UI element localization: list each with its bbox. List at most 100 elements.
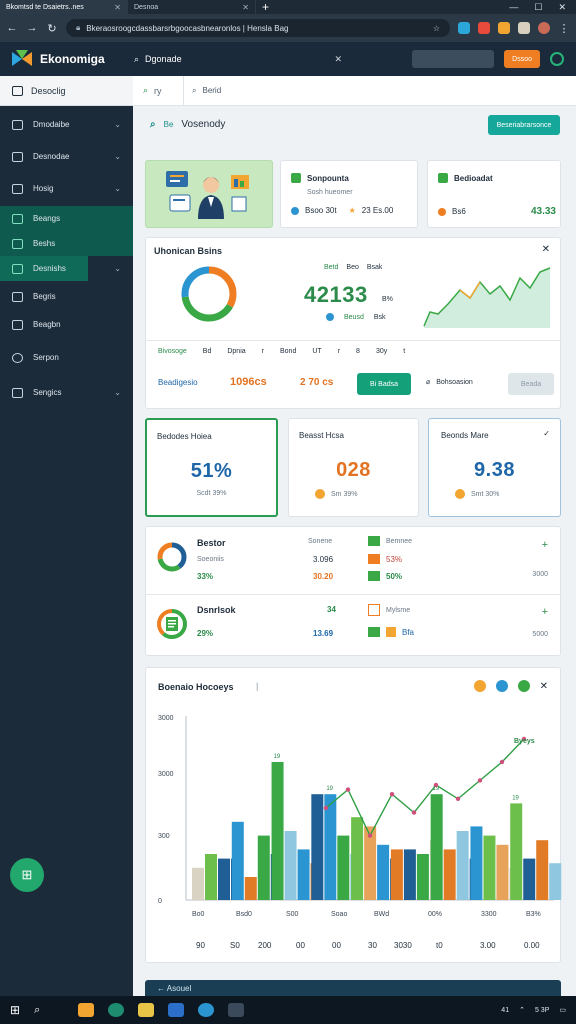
chart-bar [470,826,483,900]
reload-icon[interactable]: ↻ [46,22,58,35]
active-app-icon[interactable] [198,1003,215,1017]
chart-bar [284,831,297,900]
app-icon[interactable] [228,1003,245,1017]
sidebar-item[interactable]: Hosig ⌄ [0,176,133,201]
close-icon[interactable]: ✕ [542,244,550,255]
browser-tab-active[interactable]: Bkomtsd te Dsaietrs..nes ✕ [0,0,128,14]
close-icon[interactable]: ✕ [540,681,548,692]
menu-kebab-icon[interactable]: ⋮ [558,22,570,35]
filter-icon[interactable] [473,680,486,692]
sidebar-item[interactable]: Sengics ⌄ [0,380,133,405]
x-tick-label: 00% [428,911,442,918]
check-icon[interactable]: ✓ [543,429,550,438]
summary-title: Bedioadat [454,173,493,183]
add-icon[interactable]: + [542,606,548,618]
extension-icon[interactable] [478,22,490,34]
edge-icon[interactable] [168,1003,185,1017]
app-logo[interactable]: Ekonomiga [0,48,132,70]
file-icon [368,627,380,637]
add-widget-button[interactable]: ⊞ [10,858,44,892]
file-explorer-icon[interactable] [78,1003,95,1017]
cell: 8 [356,348,360,355]
kpi-card[interactable]: Beonds Mare ✓ 9.38 Smt 30% [428,418,561,517]
close-window-button[interactable]: ✕ [558,2,566,13]
network-icon[interactable]: ⌃ [519,1006,525,1014]
sidebar-item-active[interactable]: Desnishs ⌄ [0,256,133,281]
summary-stat: Bs6 [452,207,466,216]
url-field[interactable]: 🔒︎ Bkeraosroogcdassbarsrbgoocasbnearonlo… [66,19,450,37]
summary-card[interactable]: Bedioadat Bs6 43.33 [427,160,561,228]
disabled-button[interactable]: Beada [508,373,554,395]
content-search-bar: ⌕ ry ⌕ Berid [133,75,576,106]
chart-bar [351,817,364,900]
search-icon[interactable]: ⌕ [34,1004,40,1017]
summary-card[interactable]: Sonpounta Sosh hueomer Bsoo 30t ★ 23 Es.… [280,160,418,228]
logo-mark-icon [12,50,32,66]
summary-title: Sonpounta [307,173,349,183]
browser-icon[interactable] [108,1003,125,1017]
sidebar-item-label: Desnishs [33,264,66,273]
windows-start-icon[interactable]: ⊞ [10,1003,20,1017]
maximize-button[interactable]: ☐ [534,2,542,13]
search-scope[interactable]: ⌕ ry [133,85,183,96]
kpi-card[interactable]: Bedodes Hoiea 51% Scdt 39% [145,418,278,517]
line-point [367,833,373,838]
summary-icon [291,173,301,183]
avatar[interactable] [550,52,564,66]
sidebar-item[interactable]: Dmodaibe ⌄ [0,112,133,137]
sidebar-item-active[interactable]: Beangs [0,206,133,231]
person-illustration-icon [166,171,249,219]
settings-icon[interactable] [517,680,530,692]
tab-label: Desnoa [134,3,159,11]
header-action-button[interactable]: Beseriabrarsonce [488,115,560,135]
extension-icon[interactable] [498,22,510,34]
breadcrumb: ⌕ Be Vosenody [150,119,225,130]
sidebar-item[interactable]: Beagbn [0,312,133,337]
bookmark-star-icon[interactable]: ☆ [433,24,440,33]
window-controls: — ☐ ✕ [509,2,576,13]
kpi-value: 51% [190,460,233,482]
sidebar-item[interactable]: Serpon [0,345,133,370]
back-icon[interactable]: ← [6,22,18,34]
forward-icon[interactable]: → [26,22,38,34]
chevron-down-icon: ⌄ [114,388,121,397]
gear-icon [12,352,23,363]
sidebar-item[interactable]: Begris [0,284,133,309]
search-input[interactable]: ⌕ Berid [183,75,576,106]
add-icon[interactable]: + [542,539,548,551]
tab-close-icon[interactable]: ✕ [114,3,121,12]
header-cta-button[interactable]: Dssoo [504,50,540,68]
kpi-card[interactable]: Beasst Hcsa 028 Sm 39% [288,418,419,517]
chart-bar [430,794,443,900]
sidebar: Desoclig Dmodaibe ⌄ Desnodae ⌄ Hosig ⌄ B… [0,76,133,996]
legend-item: B% [382,296,393,303]
close-icon[interactable]: ✕ [334,54,342,65]
summary-stat: 23 Es.00 [361,206,394,215]
extension-icon[interactable] [458,22,470,34]
new-tab-button[interactable]: + [256,0,275,14]
refresh-icon[interactable] [495,680,508,692]
sidebar-top-item[interactable]: Desoclig [0,76,133,106]
primary-action-button[interactable]: Bi Badsa [357,373,411,395]
overview-link[interactable]: ⌀ Bohsoasion [426,378,473,387]
legend-item: Betd [324,264,339,271]
profile-icon[interactable] [538,22,550,34]
sidebar-item[interactable]: Desnodae ⌄ [0,144,133,169]
header-filter-field[interactable] [412,50,495,68]
notification-icon[interactable]: ▭ [559,1006,566,1014]
extension-icon[interactable] [518,22,530,34]
chart-icon [12,263,23,274]
tab-close-icon[interactable]: ✕ [242,3,249,12]
header-search[interactable]: ⌕ Dgonade ✕ [132,54,342,65]
bottom-dock[interactable]: ← Asouel [145,980,561,996]
tab-label: Bkomtsd te Dsaietrs..nes [6,3,84,11]
app-icon[interactable] [138,1003,155,1017]
clock[interactable]: 5 3P [535,1007,549,1014]
minimize-button[interactable]: — [509,2,518,13]
kpi-value: 9.38 [474,459,515,481]
line-point [411,810,417,815]
donut-chart [181,266,237,322]
browser-tab[interactable]: Desnoa ✕ [128,0,256,14]
sidebar-item-active[interactable]: Beshs [0,231,133,256]
overview-title: Uhonican Bsins [154,246,223,256]
